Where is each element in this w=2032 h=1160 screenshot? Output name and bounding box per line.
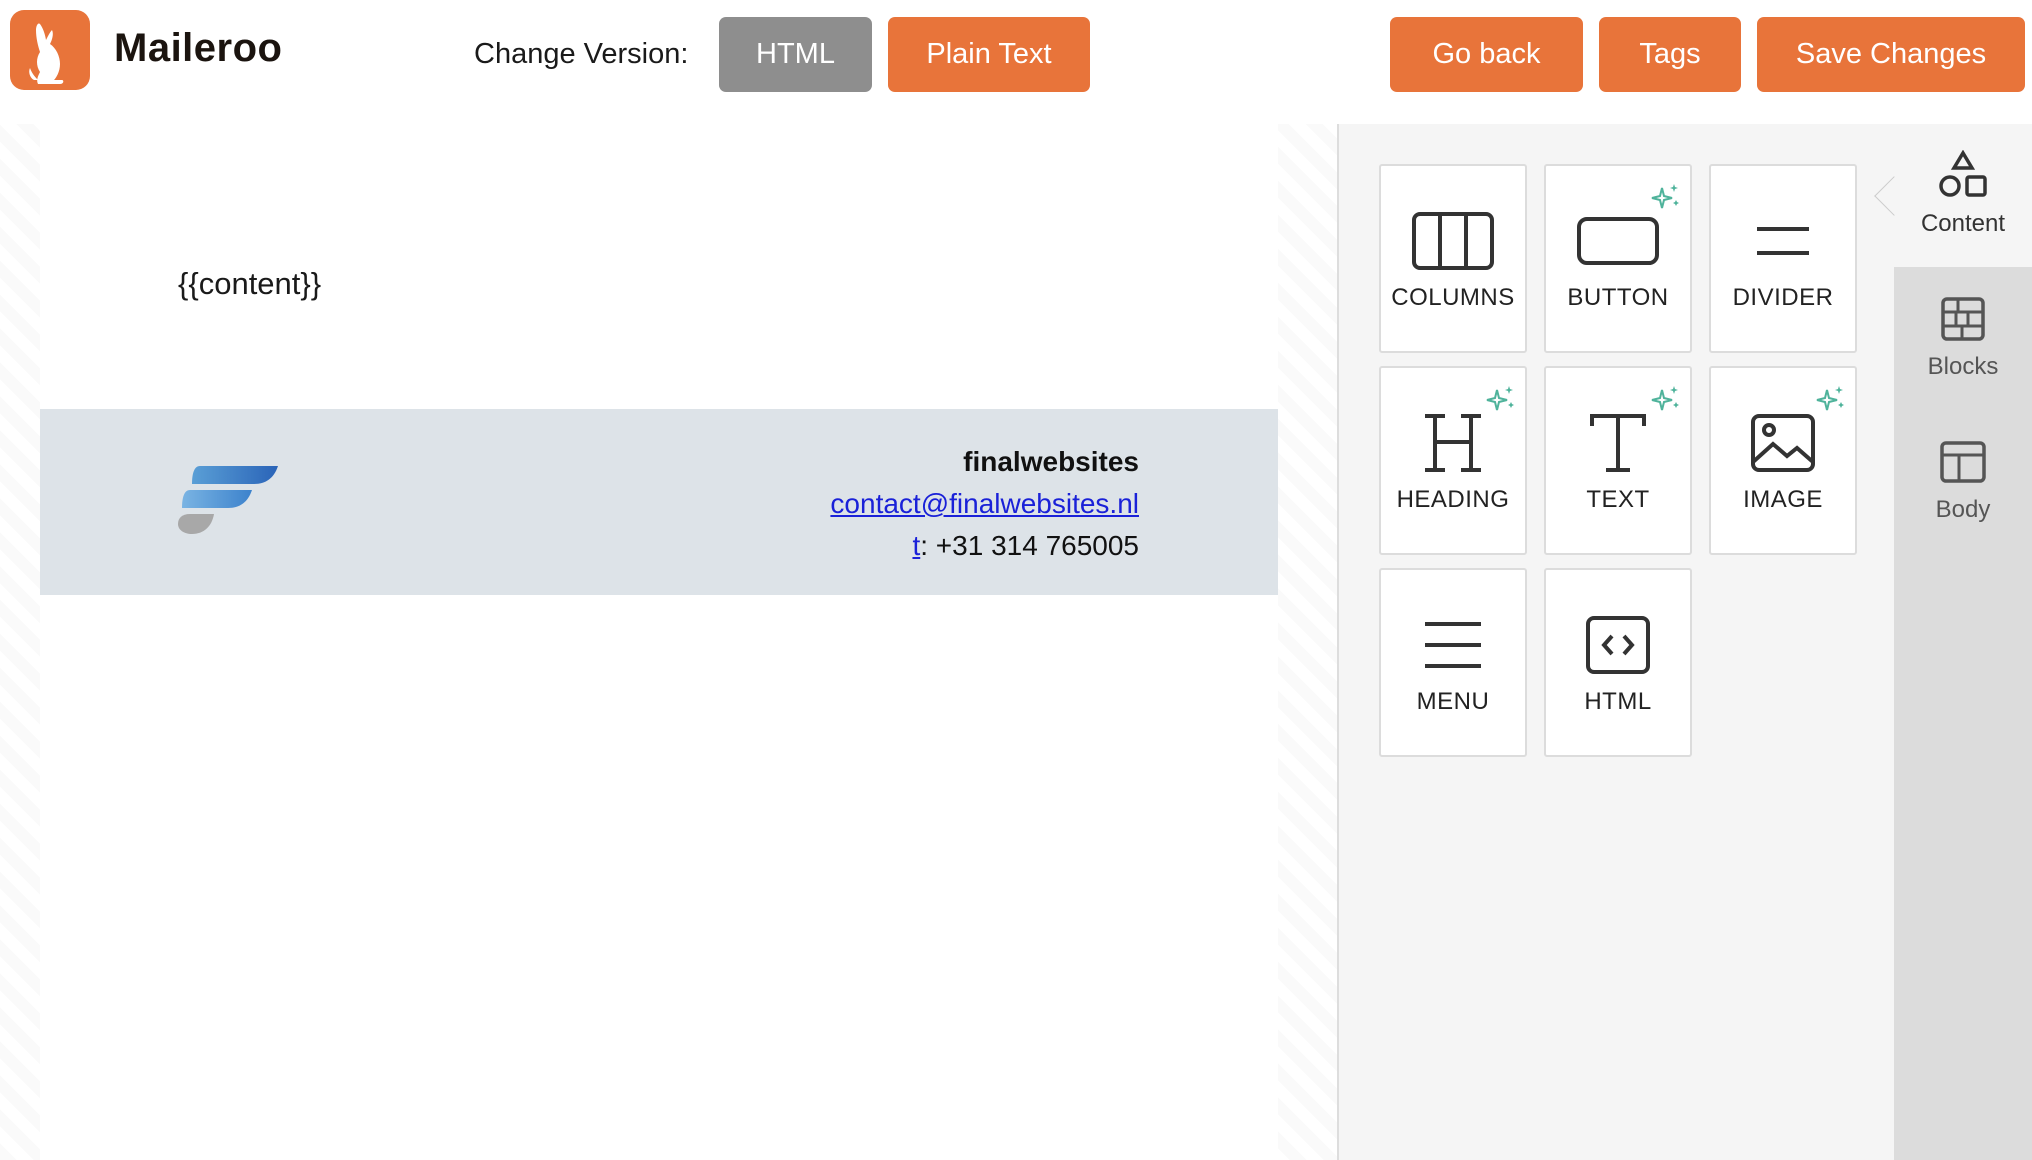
shapes-icon: [1939, 150, 1987, 197]
footer-email-link[interactable]: contact@finalwebsites.nl: [830, 488, 1139, 519]
maileroo-logo: [10, 10, 90, 90]
menu-icon: [1425, 622, 1481, 668]
email-body[interactable]: {{content}} finalwebsites contact@finalw…: [40, 124, 1278, 1160]
text-icon: [1590, 414, 1646, 472]
tile-heading[interactable]: HEADING: [1379, 366, 1527, 555]
tile-label: BUTTON: [1567, 284, 1669, 311]
footer-phone-number: : +31 314 765005: [920, 530, 1139, 561]
go-back-button[interactable]: Go back: [1390, 17, 1583, 92]
tile-label: COLUMNS: [1391, 284, 1515, 311]
layout-icon: [1940, 441, 1986, 483]
content-panel: COLUMNS BUTTON DIVIDER HEADING TEXT IMAG…: [1337, 124, 1894, 1160]
html-version-button[interactable]: HTML: [719, 17, 872, 92]
content-placeholder[interactable]: {{content}}: [178, 266, 321, 302]
tab-body[interactable]: Body: [1894, 410, 2032, 553]
tags-button[interactable]: Tags: [1599, 17, 1741, 92]
tile-label: IMAGE: [1743, 486, 1823, 513]
image-icon: [1751, 414, 1815, 472]
code-icon: [1586, 616, 1650, 674]
save-changes-button[interactable]: Save Changes: [1757, 17, 2025, 92]
tile-columns[interactable]: COLUMNS: [1379, 164, 1527, 353]
email-footer[interactable]: finalwebsites contact@finalwebsites.nl t…: [40, 409, 1278, 595]
divider-icon: [1757, 227, 1809, 255]
change-version-label: Change Version:: [474, 38, 689, 70]
tab-label: Blocks: [1927, 353, 1999, 380]
columns-icon: [1412, 212, 1494, 270]
tab-label: Body: [1935, 496, 1991, 523]
tile-image[interactable]: IMAGE: [1709, 366, 1857, 555]
blocks-icon: [1941, 297, 1985, 341]
tile-label: DIVIDER: [1732, 284, 1834, 311]
tab-label: Content: [1920, 210, 2006, 237]
finalwebsites-logo: [178, 464, 282, 542]
tile-html[interactable]: HTML: [1544, 568, 1692, 757]
tile-label: MENU: [1416, 688, 1490, 715]
tile-label: TEXT: [1586, 486, 1650, 513]
plain-text-version-button[interactable]: Plain Text: [888, 17, 1090, 92]
tile-text[interactable]: TEXT: [1544, 366, 1692, 555]
tab-content[interactable]: Content: [1874, 124, 2032, 267]
tile-label: HTML: [1584, 688, 1652, 715]
footer-company-name: finalwebsites: [963, 446, 1139, 477]
tab-blocks[interactable]: Blocks: [1894, 267, 2032, 410]
heading-icon: [1425, 414, 1481, 472]
tile-menu[interactable]: MENU: [1379, 568, 1527, 757]
side-tabs: Content Blocks Body: [1874, 124, 2032, 1160]
email-canvas[interactable]: {{content}} finalwebsites contact@finalw…: [0, 124, 1337, 1160]
button-icon: [1577, 217, 1659, 265]
tile-button[interactable]: BUTTON: [1544, 164, 1692, 353]
brand-name: Maileroo: [114, 26, 283, 70]
footer-contact-block: finalwebsites contact@finalwebsites.nl t…: [830, 441, 1139, 567]
tile-divider[interactable]: DIVIDER: [1709, 164, 1857, 353]
tile-label: HEADING: [1396, 486, 1510, 513]
kangaroo-icon: [29, 23, 64, 85]
top-bar: Maileroo Change Version: HTML Plain Text…: [0, 0, 2032, 124]
